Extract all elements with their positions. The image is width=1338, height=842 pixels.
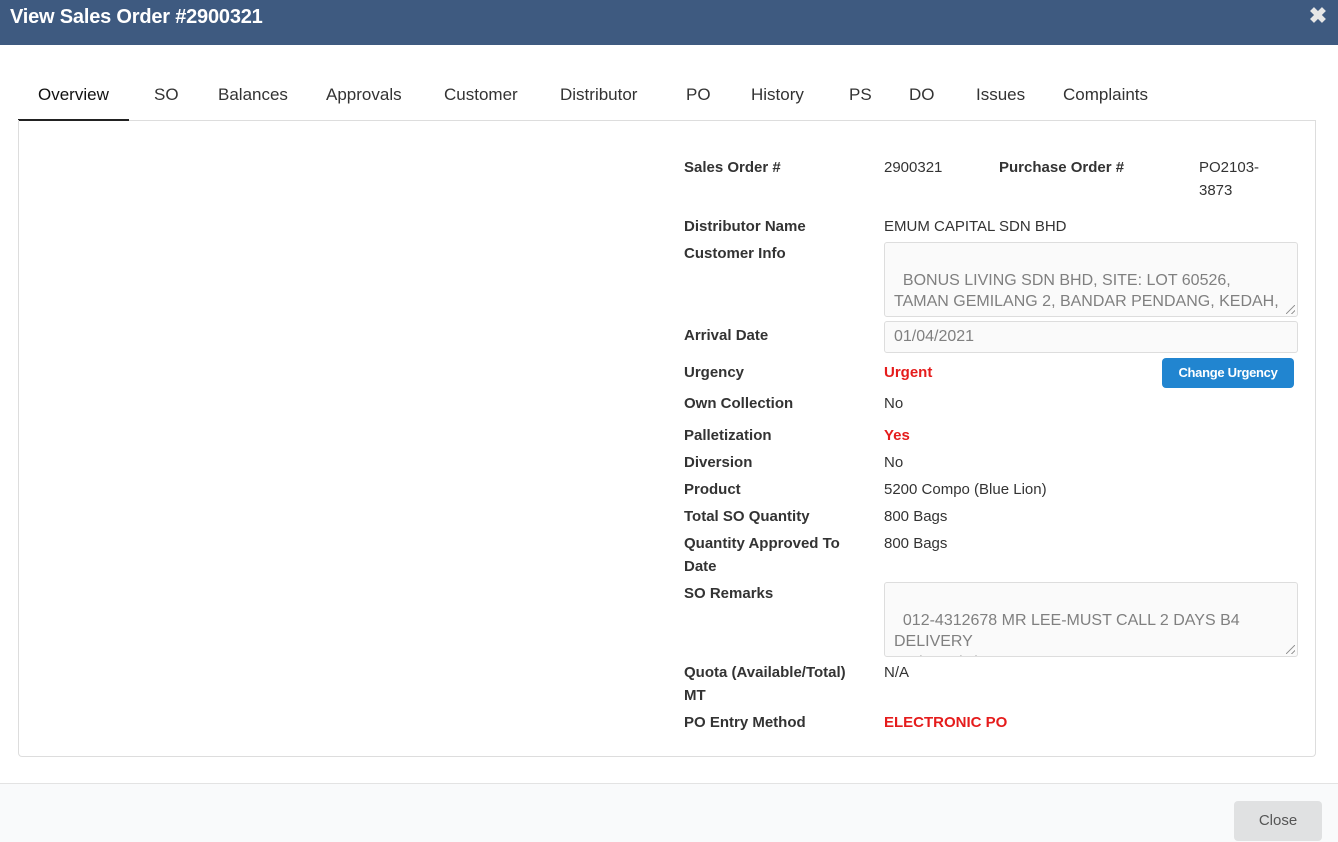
tab-so[interactable]: SO [134,70,199,121]
purchase-order-value: PO2103- 3873 [1199,159,1260,199]
product-label: Product [684,481,741,498]
customer-info-text: BONUS LIVING SDN BHD, SITE: LOT 60526, T… [894,272,1279,316]
diversion-label: Diversion [684,454,753,471]
tab-history[interactable]: History [731,70,824,121]
own-collection-value: No [884,395,904,412]
total-so-quantity-value: 800 Bags [884,508,948,525]
quota-value: N/A [884,664,910,681]
so-remarks-text: 012-4312678 MR LEE-MUST CALL 2 DAYS B4 D… [894,612,1240,656]
quota-label: Quota (Available/Total) MT [684,664,846,704]
tab-do[interactable]: DO [889,70,955,121]
urgency-label: Urgency [684,364,745,381]
urgency-value: Urgent [884,364,933,381]
product-value: 5200 Compo (Blue Lion) [884,481,1047,498]
so-remarks-field[interactable]: 012-4312678 MR LEE-MUST CALL 2 DAYS B4 D… [884,582,1298,657]
tab-bar: Overview SO Balances Approvals Customer … [18,70,1316,121]
sales-order-label: Sales Order # [684,159,781,176]
own-collection-label: Own Collection [684,395,794,412]
palletization-label: Palletization [684,427,772,444]
purchase-order-label: Purchase Order # [999,159,1125,176]
quantity-approved-label: Quantity Approved To Date [684,535,840,575]
distributor-label: Distributor Name [684,218,806,235]
distributor-value: EMUM CAPITAL SDN BHD [884,218,1067,235]
po-entry-method-value: ELECTRONIC PO [884,714,1008,731]
so-remarks-label: SO Remarks [684,585,774,602]
tab-balances[interactable]: Balances [198,70,308,121]
modal-title: View Sales Order #2900321 [10,6,263,28]
resize-grip-icon[interactable] [1286,645,1295,654]
tab-complaints[interactable]: Complaints [1043,70,1168,121]
overview-panel [18,120,1316,757]
tab-po[interactable]: PO [666,70,731,121]
close-button[interactable]: Close [1234,801,1322,841]
tab-approvals[interactable]: Approvals [306,70,422,121]
customer-info-label: Customer Info [684,245,786,262]
quantity-approved-value: 800 Bags [884,535,948,552]
customer-info-field[interactable]: BONUS LIVING SDN BHD, SITE: LOT 60526, T… [884,242,1298,317]
palletization-value: Yes [884,427,910,444]
resize-grip-icon[interactable] [1286,305,1295,314]
diversion-value: No [884,454,904,471]
tab-distributor[interactable]: Distributor [540,70,657,121]
modal-footer [0,783,1338,842]
total-so-quantity-label: Total SO Quantity [684,508,810,525]
tab-overview[interactable]: Overview [18,70,129,121]
arrival-date-label: Arrival Date [684,327,769,344]
modal-header: View Sales Order #2900321 ✖ [0,0,1338,45]
close-icon[interactable]: ✖ [1306,4,1330,28]
tab-customer[interactable]: Customer [424,70,538,121]
sales-order-value: 2900321 [884,159,943,176]
tab-ps[interactable]: PS [829,70,892,121]
arrival-date-field[interactable]: 01/04/2021 [884,321,1298,353]
po-entry-method-label: PO Entry Method [684,714,806,731]
change-urgency-button[interactable]: Change Urgency [1162,358,1294,388]
tab-issues[interactable]: Issues [956,70,1045,121]
